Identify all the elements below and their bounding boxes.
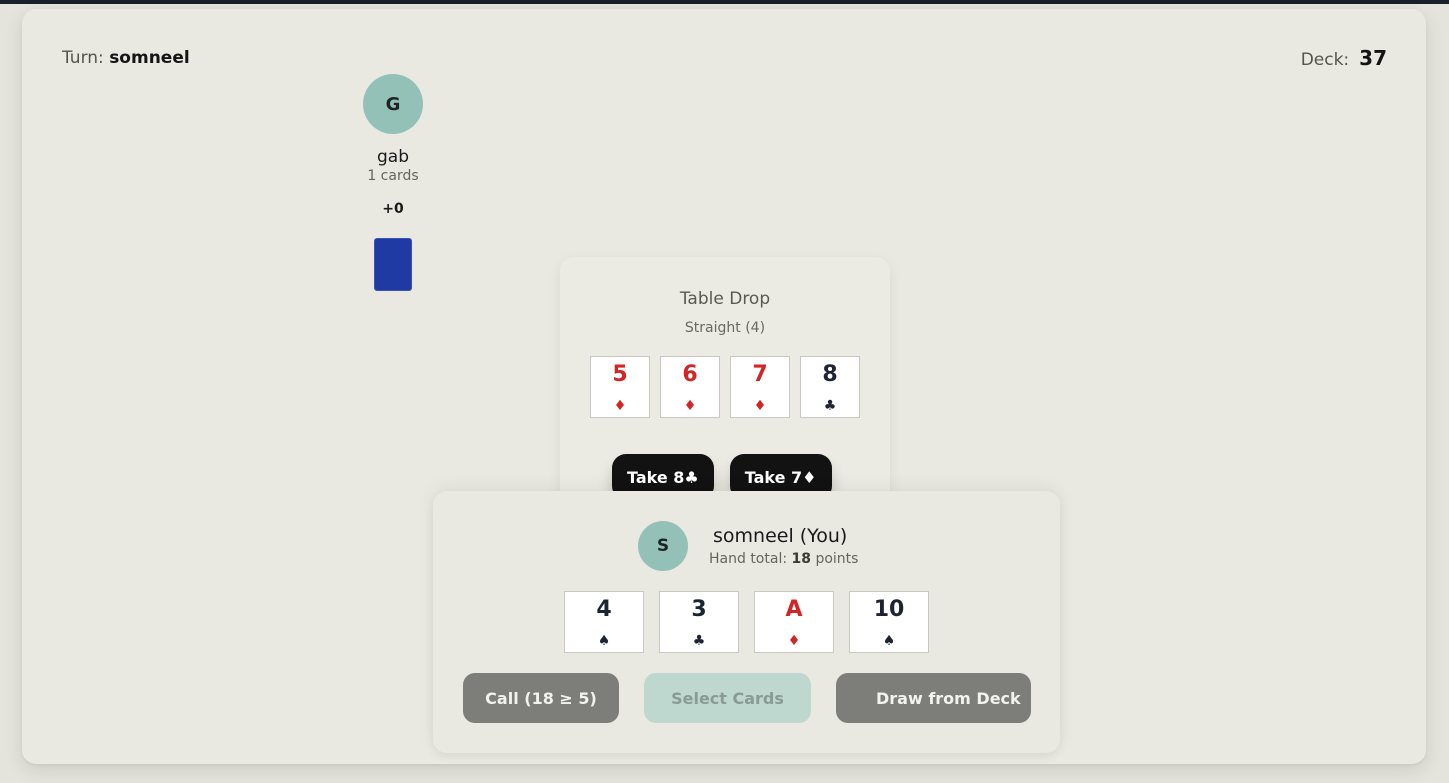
deck-label: Deck: bbox=[1300, 50, 1350, 70]
opponent-seat: G gab 1 cards +0 bbox=[333, 74, 453, 291]
hand-total-label: Hand total: bbox=[709, 551, 788, 567]
window-top-bar bbox=[0, 0, 1449, 4]
card-rank: 8 bbox=[822, 362, 838, 387]
card-suit: ♦ bbox=[787, 633, 801, 649]
table-card: 6 ♦ bbox=[660, 356, 720, 418]
hand-total-unit: points bbox=[815, 551, 859, 567]
card-rank: 3 bbox=[691, 597, 707, 622]
opponent-card-back bbox=[374, 238, 412, 291]
opponent-score: +0 bbox=[382, 201, 404, 217]
table-card: 8 ♣ bbox=[800, 356, 860, 418]
card-suit: ♦ bbox=[753, 398, 767, 414]
opponent-card-count: 1 cards bbox=[367, 168, 419, 184]
player-avatar: S bbox=[638, 521, 688, 571]
call-button[interactable]: Call (18 ≥ 5) bbox=[463, 673, 619, 723]
card-rank: 7 bbox=[752, 362, 768, 387]
deck-count: 37 bbox=[1359, 46, 1387, 70]
hand-total-value: 18 bbox=[791, 551, 811, 567]
player-name: somneel (You) bbox=[713, 525, 848, 547]
table-drop-panel: Table Drop Straight (4) 5 ♦ 6 ♦ 7 ♦ 8 ♣ … bbox=[560, 257, 890, 517]
game-board: Turn: somneel Deck: 37 G gab 1 cards +0 … bbox=[22, 9, 1426, 764]
table-card: 7 ♦ bbox=[730, 356, 790, 418]
draw-from-deck-button[interactable]: Draw from Deck bbox=[836, 673, 1031, 723]
action-buttons: Call (18 ≥ 5) Select Cards Draw from Dec… bbox=[463, 673, 1031, 723]
table-drop-subtitle: Straight (4) bbox=[684, 320, 766, 336]
card-rank: A bbox=[785, 597, 803, 622]
player-hand: 4 ♠ 3 ♣ A ♦ 10 ♠ bbox=[564, 591, 929, 653]
player-info: somneel (You) Hand total: 18 points bbox=[709, 525, 858, 567]
card-rank: 4 bbox=[596, 597, 612, 622]
turn-indicator: Turn: somneel bbox=[62, 48, 190, 68]
card-suit: ♠ bbox=[597, 633, 611, 649]
card-rank: 6 bbox=[682, 362, 698, 387]
opponent-name: gab bbox=[377, 147, 409, 167]
card-suit: ♦ bbox=[683, 398, 697, 414]
table-drop-cards: 5 ♦ 6 ♦ 7 ♦ 8 ♣ bbox=[560, 356, 890, 418]
table-drop-title: Table Drop bbox=[679, 289, 771, 309]
player-header: S somneel (You) Hand total: 18 points bbox=[638, 521, 858, 571]
table-card: 5 ♦ bbox=[590, 356, 650, 418]
card-rank: 10 bbox=[873, 597, 905, 622]
opponent-avatar: G bbox=[363, 74, 423, 134]
card-suit: ♣ bbox=[823, 398, 837, 414]
select-cards-button[interactable]: Select Cards bbox=[644, 673, 811, 723]
hand-card[interactable]: 4 ♠ bbox=[564, 591, 644, 653]
deck-counter: Deck: 37 bbox=[1301, 46, 1387, 70]
hand-card[interactable]: 10 ♠ bbox=[849, 591, 929, 653]
turn-label: Turn: bbox=[62, 48, 104, 68]
hand-card[interactable]: A ♦ bbox=[754, 591, 834, 653]
card-suit: ♠ bbox=[882, 633, 896, 649]
hand-total: Hand total: 18 points bbox=[709, 551, 858, 567]
hand-card[interactable]: 3 ♣ bbox=[659, 591, 739, 653]
player-panel: S somneel (You) Hand total: 18 points 4 … bbox=[433, 491, 1060, 753]
card-suit: ♦ bbox=[613, 398, 627, 414]
card-rank: 5 bbox=[612, 362, 628, 387]
turn-player: somneel bbox=[109, 48, 190, 68]
card-suit: ♣ bbox=[692, 633, 706, 649]
